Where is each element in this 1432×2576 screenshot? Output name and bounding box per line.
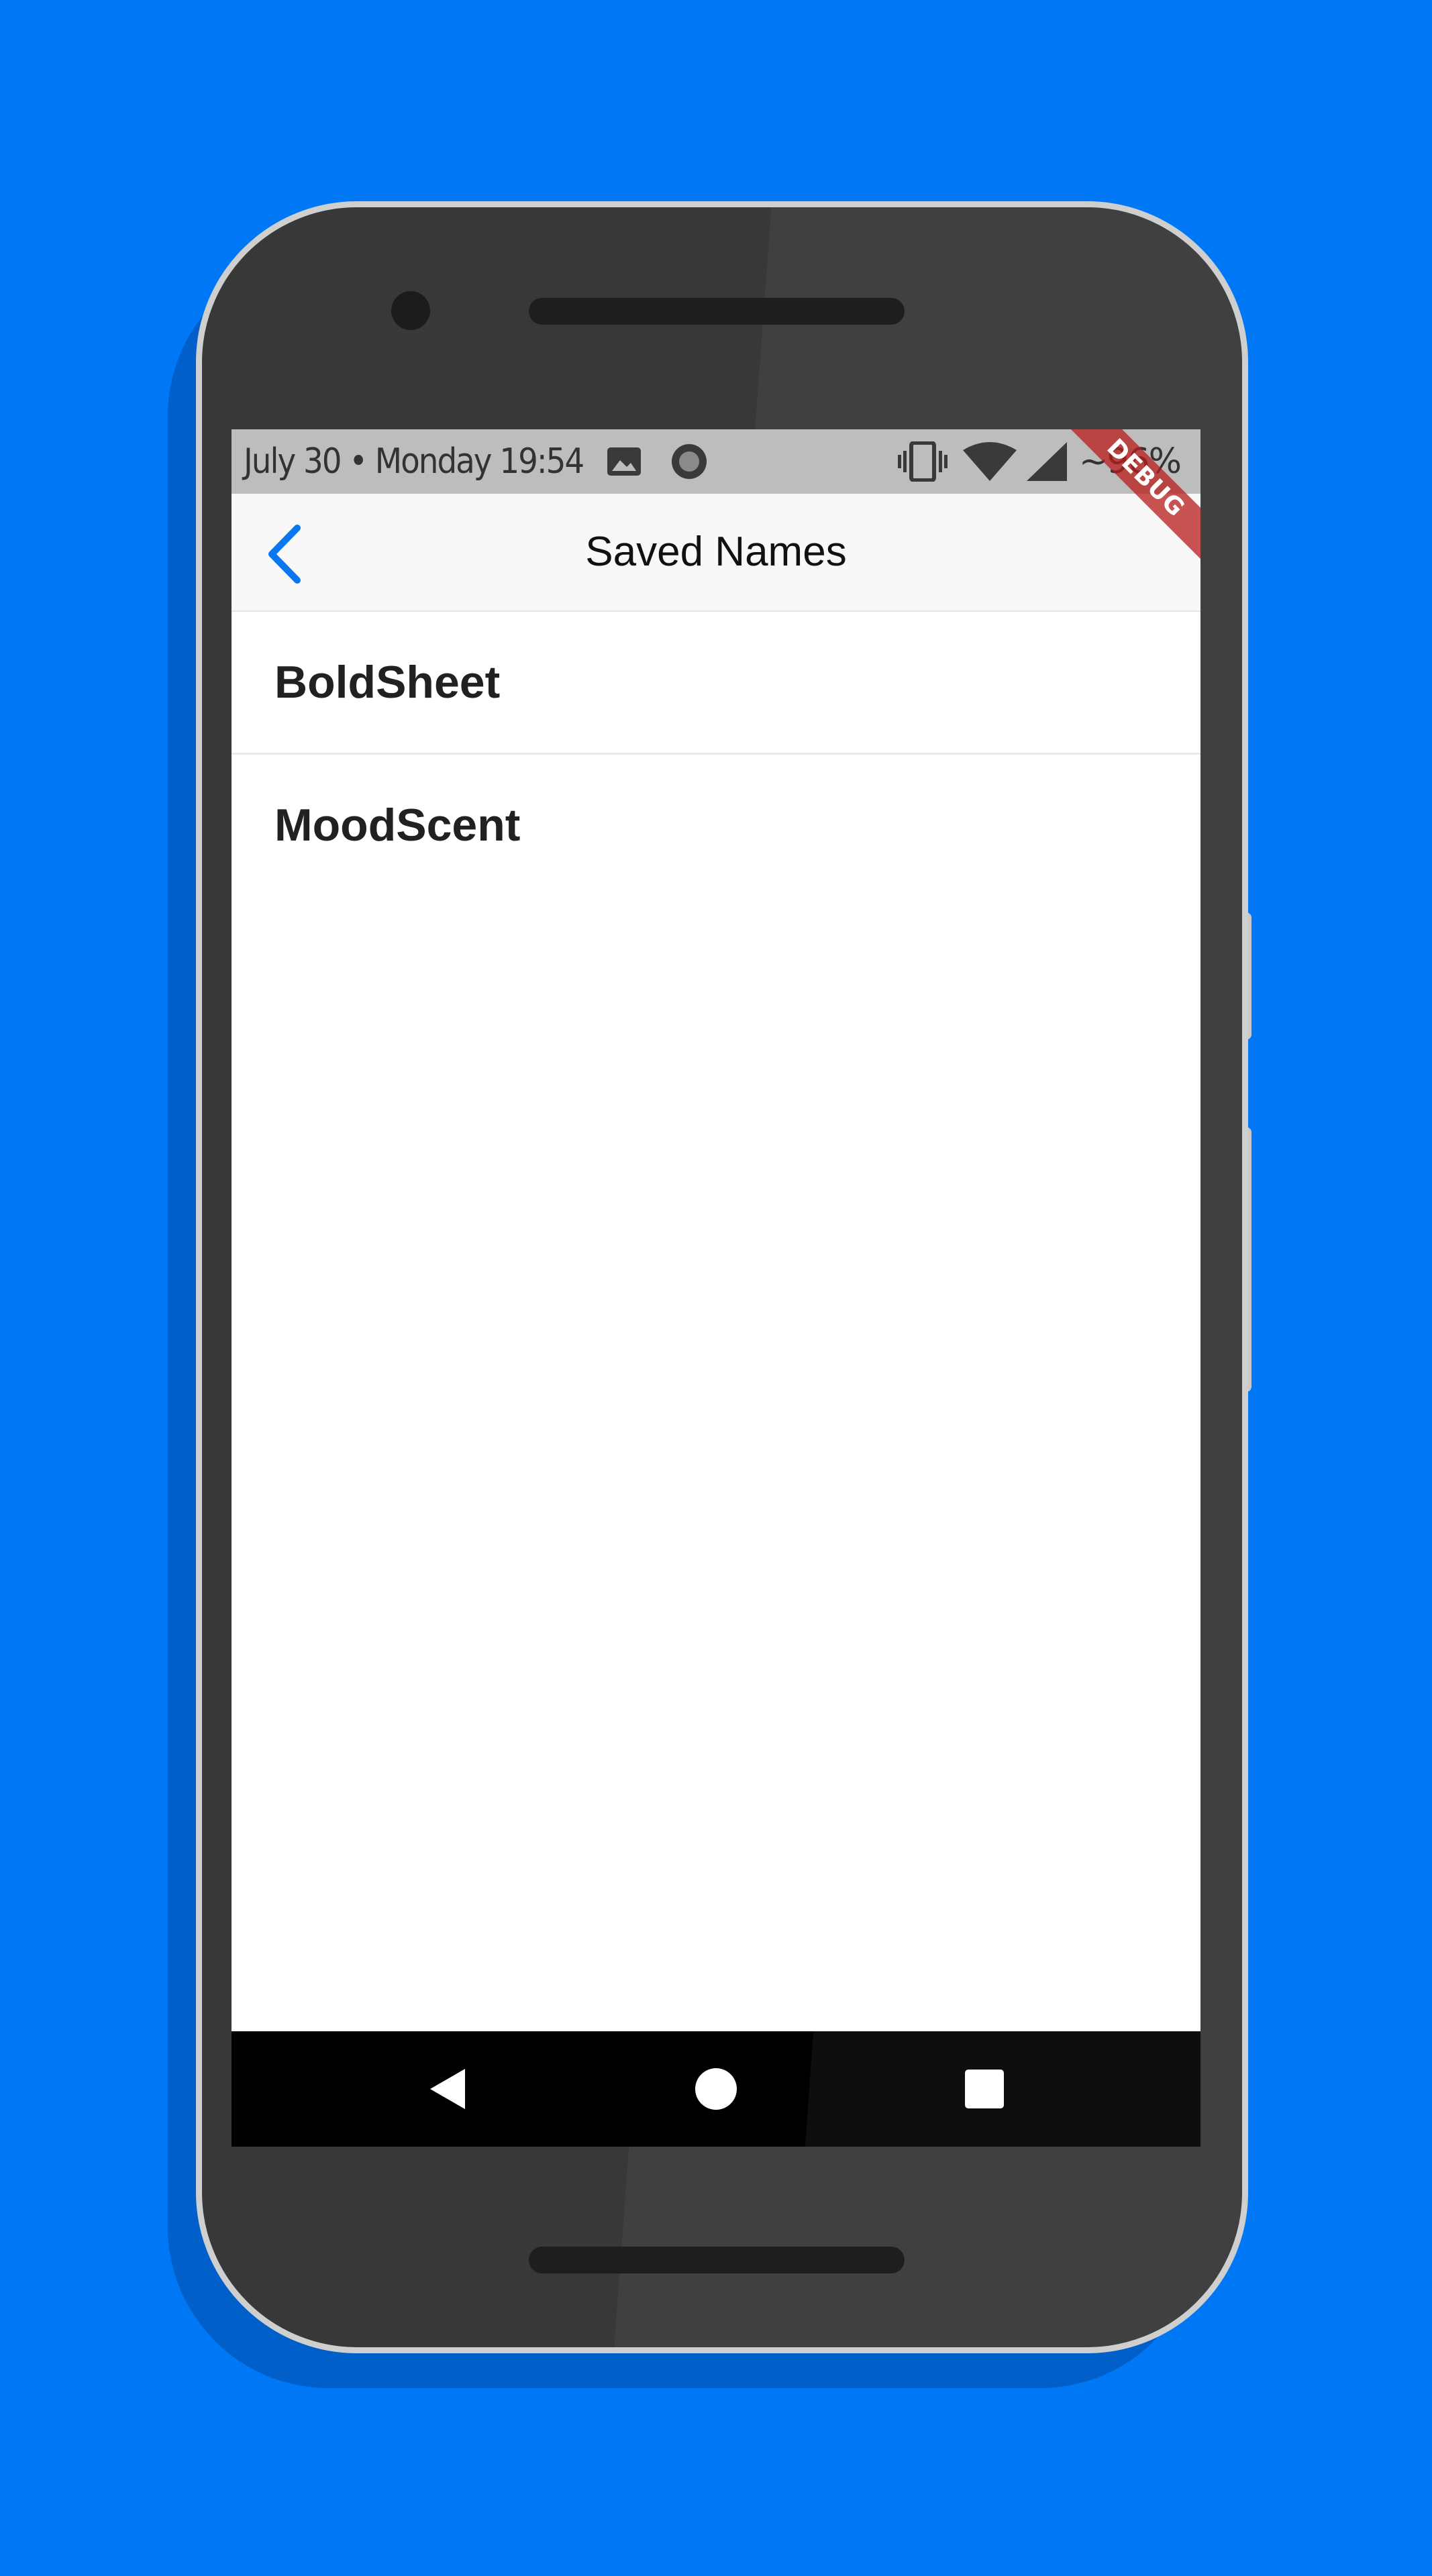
signal-icon: [1023, 429, 1070, 494]
back-button[interactable]: [252, 521, 319, 588]
page-title: Saved Names: [585, 529, 847, 575]
nav-home-button[interactable]: [682, 2055, 750, 2123]
chevron-left-icon: [268, 525, 301, 584]
system-navigation-bar: [232, 2031, 1200, 2147]
status-time: July 30 • Monday 19:54: [244, 441, 584, 482]
wifi-icon: [960, 429, 1020, 494]
list-item[interactable]: MoodScent: [232, 755, 1200, 896]
phone-screen: July 30 • Monday 19:54 Saved Names BoldS…: [232, 429, 1200, 2147]
list-item[interactable]: BoldSheet: [232, 612, 1200, 753]
recents-square-icon: [965, 2070, 1004, 2108]
front-camera: [391, 291, 430, 330]
circle-notification-icon: [669, 429, 709, 494]
image-icon: [604, 429, 644, 494]
top-speaker: [529, 298, 905, 325]
nav-back-button[interactable]: [414, 2055, 481, 2123]
back-triangle-icon: [430, 2069, 465, 2109]
home-circle-icon: [695, 2068, 737, 2110]
nav-recents-button[interactable]: [951, 2055, 1018, 2123]
bottom-speaker: [529, 2247, 905, 2273]
vibrate-icon: [896, 429, 950, 494]
status-bar: July 30 • Monday 19:54: [232, 429, 1200, 494]
app-bar: Saved Names: [232, 494, 1200, 612]
